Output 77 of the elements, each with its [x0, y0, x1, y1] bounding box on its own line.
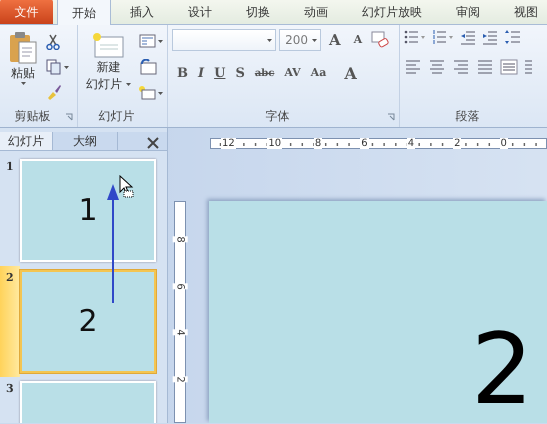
close-icon[interactable]: [147, 137, 159, 149]
ruler-label: 4: [406, 138, 416, 149]
align-left-icon[interactable]: [404, 59, 422, 75]
slide-number: 3: [5, 381, 15, 397]
dialog-launcher-icon[interactable]: [387, 113, 395, 121]
file-tab[interactable]: 文件: [0, 0, 53, 24]
section-icon[interactable]: [138, 86, 163, 100]
shrink-font-button[interactable]: A: [348, 32, 368, 48]
justify-icon[interactable]: [476, 59, 494, 75]
decrease-indent-icon[interactable]: [460, 29, 476, 45]
group-label: 字体: [264, 108, 290, 125]
layout-icon[interactable]: [138, 34, 163, 48]
ribbon-tab[interactable]: 插入: [115, 0, 169, 24]
paintbrush-icon[interactable]: [46, 84, 62, 100]
dialog-launcher-icon[interactable]: [65, 113, 73, 121]
group-label: 段落: [454, 108, 480, 125]
arrow-icon: [107, 183, 119, 304]
slide-text: 2: [471, 321, 534, 419]
ribbon-tab[interactable]: 切换: [231, 0, 285, 24]
copy-icon[interactable]: [46, 58, 70, 75]
ruler-label: 0: [500, 138, 508, 149]
distributed-icon[interactable]: [500, 59, 518, 75]
align-right-icon[interactable]: [452, 59, 470, 75]
caret-icon: [267, 38, 272, 42]
format-button[interactable]: Aa: [306, 65, 332, 82]
format-button[interactable]: AV: [279, 65, 306, 82]
format-button[interactable]: I: [193, 64, 210, 84]
ribbon-tab[interactable]: 设计: [173, 0, 227, 24]
line-spacing-icon[interactable]: [504, 29, 520, 45]
slide-text: 1: [78, 192, 98, 230]
cursor-icon: [119, 175, 135, 199]
font-size-field[interactable]: 200: [279, 29, 321, 52]
caret-icon: [312, 38, 317, 42]
ruler-label: 10: [267, 138, 282, 149]
font-color-button[interactable]: A: [339, 62, 362, 86]
caret-icon: [126, 83, 131, 86]
ribbon-tab[interactable]: 视图: [499, 0, 547, 24]
ribbon-tab[interactable]: 幻灯片放映: [347, 0, 437, 24]
format-button[interactable]: S: [230, 64, 250, 84]
columns-icon[interactable]: [524, 59, 532, 75]
ribbon-tab[interactable]: 开始: [57, 0, 111, 25]
ruler-label: 8: [172, 236, 188, 243]
bullets-icon[interactable]: [404, 29, 426, 45]
slide-thumbnail[interactable]: 2: [20, 270, 156, 373]
format-button[interactable]: U: [209, 64, 230, 84]
ribbon-tab[interactable]: 动画: [289, 0, 343, 24]
increase-indent-icon[interactable]: [482, 29, 498, 45]
clear-formatting-icon[interactable]: [370, 31, 390, 50]
paste-button[interactable]: 粘贴: [4, 29, 42, 105]
panel-tab[interactable]: 幻灯片: [0, 132, 53, 150]
reset-slide-icon[interactable]: [138, 58, 157, 75]
numbering-icon[interactable]: [432, 29, 454, 45]
ribbon-tab[interactable]: 审阅: [441, 0, 495, 24]
ruler-label: 12: [221, 138, 236, 149]
slide-thumbnail[interactable]: 1: [20, 159, 156, 262]
group-label: 剪贴板: [14, 108, 52, 125]
clipboard-icon: [8, 31, 38, 65]
scissors-icon[interactable]: [46, 34, 60, 50]
ruler-label: 2: [172, 376, 188, 383]
grow-font-button[interactable]: A: [324, 29, 346, 52]
panel-tab[interactable]: 大纲: [53, 132, 118, 150]
group-label: 幻灯片: [98, 108, 136, 125]
slide-text: 2: [78, 303, 98, 341]
slide-number: 1: [5, 159, 15, 175]
slide-number: 2: [5, 270, 15, 286]
caret-icon: [20, 82, 26, 85]
ruler-label: 2: [453, 138, 462, 149]
ruler-label: 4: [172, 330, 188, 336]
new-slide-button[interactable]: 新建 幻灯片: [82, 29, 135, 105]
new-slide-icon: [91, 31, 126, 59]
ruler-label: 6: [172, 283, 188, 290]
ruler-label: 8: [314, 138, 322, 149]
ruler-label: 6: [360, 138, 369, 149]
format-button[interactable]: B: [172, 64, 193, 84]
font-name-field[interactable]: [172, 29, 276, 52]
align-center-icon[interactable]: [428, 59, 446, 75]
format-button[interactable]: abc: [250, 66, 280, 81]
